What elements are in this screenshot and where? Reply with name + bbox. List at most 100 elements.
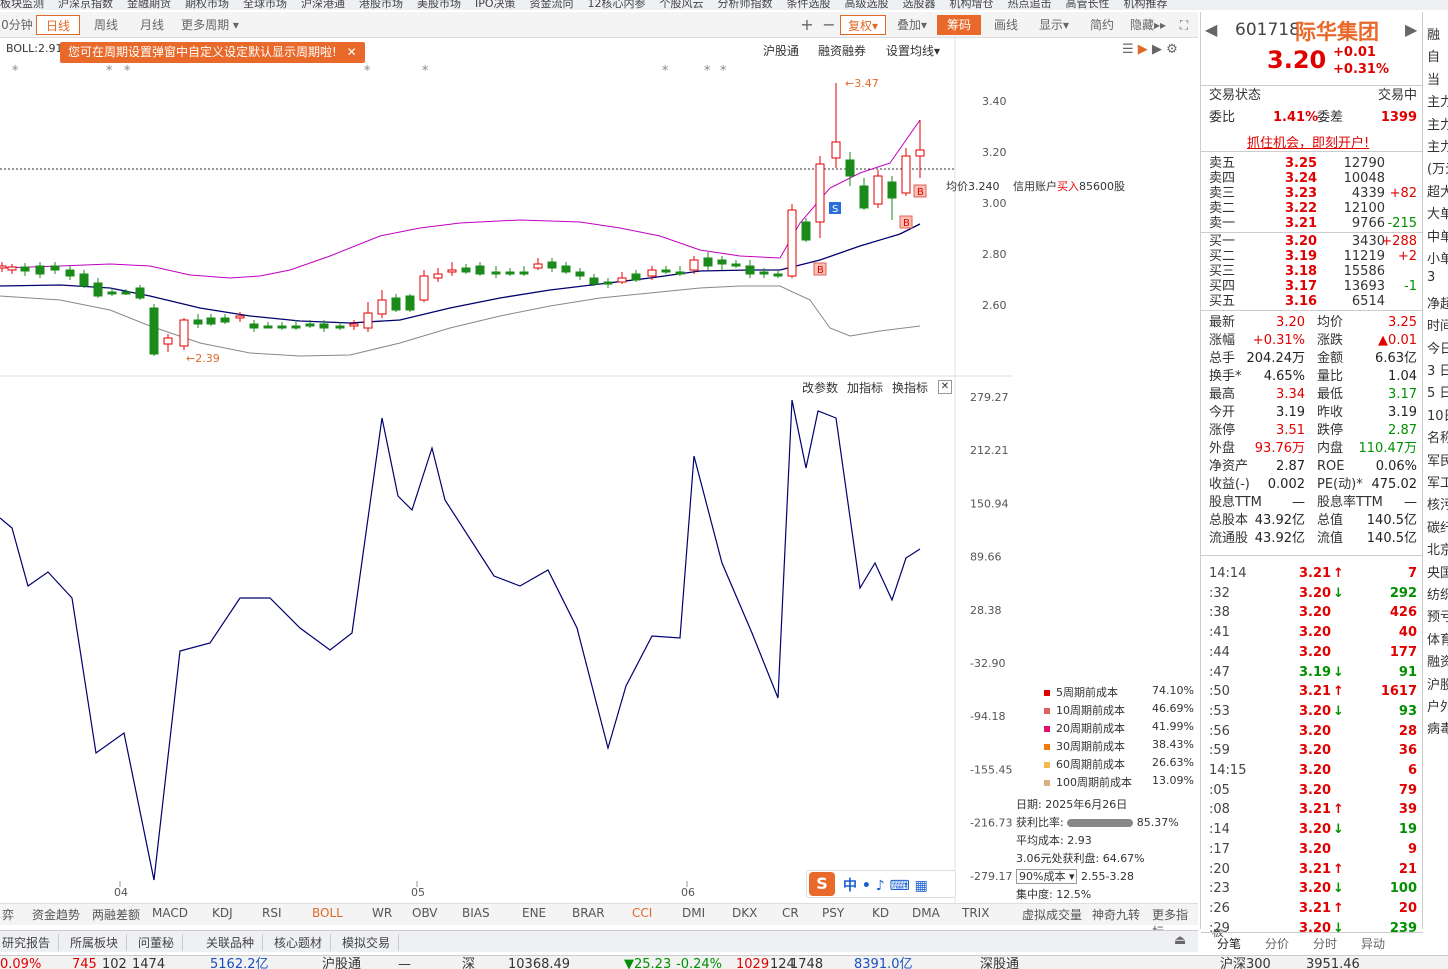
top-menu-item[interactable]: 高管长性 <box>1066 0 1110 9</box>
display-button[interactable]: 显示▾ <box>1032 15 1076 35</box>
indicator-tab[interactable]: DKX <box>732 906 757 920</box>
link-hgt[interactable]: 沪股通 <box>763 42 799 59</box>
indicator-tab[interactable]: KD <box>872 906 889 920</box>
bottom-tab[interactable]: 问董秘 <box>138 934 184 951</box>
top-menu-item[interactable]: 金融期货 <box>127 0 171 9</box>
bottom-tab[interactable]: 所属板块 <box>70 934 128 951</box>
indicator-tab[interactable]: BIAS <box>462 906 490 920</box>
change-params[interactable]: 改参数 <box>802 379 838 396</box>
period-weekly[interactable]: 周线 <box>84 15 128 35</box>
bottom-tab[interactable]: 核心题材 <box>274 934 332 951</box>
ticker-item: ▼25.23 <box>624 957 672 969</box>
top-menu-item[interactable]: 机构增仓 <box>950 0 994 9</box>
expand-icon[interactable]: ⏏ <box>1174 933 1186 948</box>
indicator-tab[interactable]: RSI <box>262 906 282 920</box>
zoom-out-button[interactable]: − <box>819 15 839 35</box>
indicator-tab[interactable]: WR <box>372 906 392 920</box>
prev-stock-icon[interactable]: ◀ <box>1205 20 1217 39</box>
indicator-tab[interactable]: 神奇九转 <box>1092 906 1140 923</box>
sogou-icon[interactable]: S <box>809 872 835 896</box>
top-menu-item[interactable]: 选股器 <box>903 0 936 9</box>
top-menu-item[interactable]: 个股风云 <box>660 0 704 9</box>
tick-volume: 7 <box>1407 566 1417 581</box>
bottom-tab[interactable]: 关联品种 <box>206 934 264 951</box>
candle-body <box>631 273 641 281</box>
close-icon[interactable]: ✕ <box>347 45 357 59</box>
flag-icon[interactable]: ▶ <box>1138 42 1148 57</box>
cost-select-label: 90%成本 <box>1019 870 1066 883</box>
bottom-tab[interactable]: 模拟交易 <box>342 934 400 951</box>
chips-button[interactable]: 筹码 <box>937 15 981 35</box>
tick-volume: 1617 <box>1380 684 1417 700</box>
chip-tools[interactable]: ☰ ▶ ▶ ⚙ <box>1122 42 1178 57</box>
indicator-tab[interactable]: 弈 <box>2 906 14 923</box>
adjust-button[interactable]: 复权▾ <box>840 15 886 35</box>
candle-body <box>121 291 131 295</box>
indicator-tab[interactable]: BRAR <box>572 906 605 920</box>
indicator-tab[interactable]: MACD <box>152 906 188 920</box>
top-menu-item[interactable]: 全球市场 <box>243 0 287 9</box>
indicator-tab[interactable]: KDJ <box>212 906 233 920</box>
quote-tab[interactable]: 异动 <box>1361 935 1385 952</box>
tick-price: 3.20 <box>1299 585 1332 601</box>
change-indicator[interactable]: 换指标 <box>892 379 928 396</box>
stats-value: 110.47万 <box>1358 441 1418 456</box>
fullscreen-icon[interactable]: ⛶ <box>1174 15 1194 35</box>
side-panel-item: 时间 <box>1427 319 1448 335</box>
indicator-tab[interactable]: BOLL <box>312 906 343 920</box>
top-menu-item[interactable]: 热点追击 <box>1008 0 1052 9</box>
draw-button[interactable]: 画线 <box>986 15 1026 35</box>
pointer-icon[interactable]: ☰ <box>1122 42 1134 57</box>
hide-button[interactable]: 隐藏▸▸ <box>1126 15 1170 35</box>
top-menu-item[interactable]: 分析师指数 <box>718 0 773 9</box>
bottom-tab[interactable]: 研究报告 <box>2 934 60 951</box>
link-ma-setting[interactable]: 设置均线▾ <box>886 42 940 59</box>
top-menu-item[interactable]: 美股市场 <box>417 0 461 9</box>
top-menu-item[interactable]: 期权市场 <box>185 0 229 9</box>
next-stock-icon[interactable]: ▶ <box>1405 20 1417 39</box>
top-menu-item[interactable]: 港股市场 <box>359 0 403 9</box>
period-monthly[interactable]: 月线 <box>130 15 174 35</box>
top-menu-item[interactable]: 资金流向 <box>530 0 574 9</box>
simple-button[interactable]: 简约 <box>1080 15 1124 35</box>
cost-select[interactable]: 90%成本 ▾ <box>1016 869 1078 884</box>
indicator-tab[interactable]: 虚拟成交量 <box>1022 906 1082 923</box>
indicator-tab[interactable]: 两融差额 <box>92 906 140 923</box>
close-indicator-icon[interactable]: ✕ <box>938 380 952 394</box>
ime-mode-icon[interactable]: 中 • ♪ ⌨ ▦ <box>843 875 928 895</box>
top-menu-item[interactable]: 高级选股 <box>845 0 889 9</box>
top-menu-item[interactable]: IPO决策 <box>475 0 516 9</box>
indicator-tab[interactable]: CR <box>782 906 799 920</box>
top-menu-item[interactable]: 板块监测 <box>0 0 44 9</box>
top-menu-item[interactable]: 条件选股 <box>787 0 831 9</box>
indicator-tab[interactable]: DMI <box>682 906 705 920</box>
top-menu-item[interactable]: 沪深京指数 <box>58 0 113 9</box>
period-daily[interactable]: 日线 <box>36 15 80 35</box>
indicator-tab[interactable]: 资金趋势 <box>32 906 80 923</box>
overlay-button[interactable]: 叠加▾ <box>890 15 934 35</box>
add-indicator[interactable]: 加指标 <box>847 379 883 396</box>
status-row: 交易状态 交易中 <box>1209 87 1417 105</box>
top-menu-item[interactable]: 机构推荐 <box>1124 0 1168 9</box>
indicator-tab[interactable]: ENE <box>522 906 546 920</box>
period-minute[interactable]: 0分钟 <box>0 15 34 35</box>
quote-tab[interactable]: 分价 <box>1265 935 1289 952</box>
promo-link[interactable]: 抓住机会，即刻开户! <box>1247 132 1369 151</box>
indicator-tab[interactable]: CCI <box>632 906 652 920</box>
indicator-tab[interactable]: PSY <box>822 906 844 920</box>
indicator-tab[interactable]: OBV <box>412 906 438 920</box>
link-margin[interactable]: 融资融券 <box>818 42 866 59</box>
top-menu-item[interactable]: 12核心内参 <box>588 0 646 9</box>
arrow-icon[interactable]: ▶ <box>1152 42 1162 57</box>
tick-time: :23 <box>1209 881 1230 897</box>
indicator-tab[interactable]: DMA <box>912 906 940 920</box>
indicator-tab[interactable]: TRIX <box>962 906 989 920</box>
period-more[interactable]: 更多周期 ▾ <box>176 15 244 35</box>
chip-date: 日期: 2025年6月26日 <box>1016 798 1128 811</box>
quote-tab[interactable]: 分时 <box>1313 935 1337 952</box>
quote-tab[interactable]: 分笔 <box>1217 935 1241 952</box>
candle-body <box>79 273 89 287</box>
gear-icon[interactable]: ⚙ <box>1166 42 1178 57</box>
top-menu-item[interactable]: 沪深港通 <box>301 0 345 9</box>
zoom-in-button[interactable]: + <box>797 15 817 35</box>
